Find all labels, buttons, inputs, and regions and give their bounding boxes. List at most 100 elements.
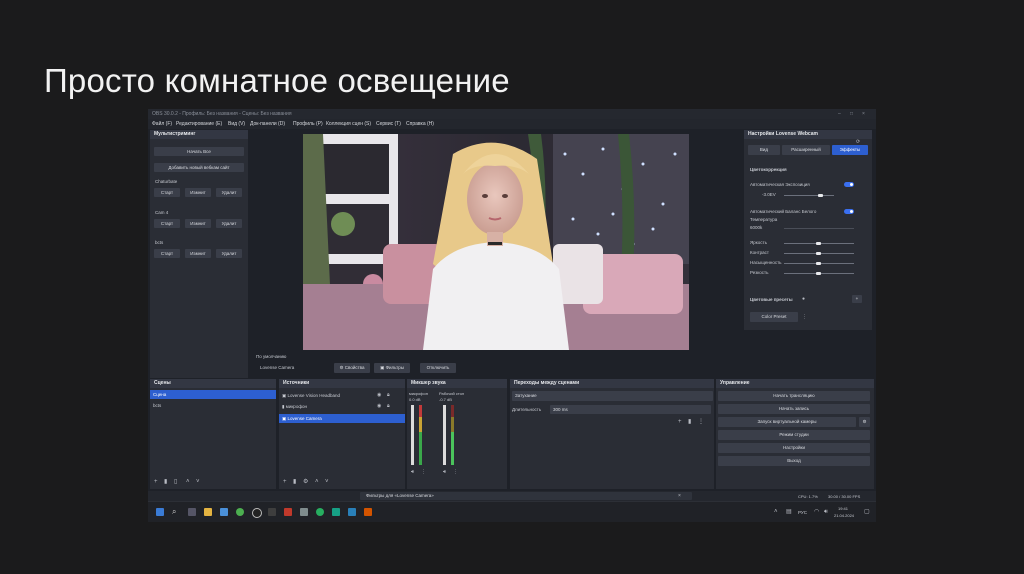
menu-edit[interactable]: Редактирование (E) [176, 121, 222, 127]
sharpness-slider-handle[interactable] [816, 272, 821, 275]
auto-exposure-toggle[interactable] [844, 182, 854, 187]
source-settings-icon[interactable]: ⚙ [303, 479, 308, 485]
transition-select[interactable]: Затухание [512, 391, 713, 401]
menu-scene-collection[interactable]: Коллекция сцен (S) [326, 121, 371, 127]
add-source-icon[interactable]: + [283, 479, 287, 485]
move-scene-up-icon[interactable]: ˄ [186, 479, 190, 485]
scene-item[interactable]: bcts [153, 403, 161, 408]
tab-advanced[interactable]: Расширенный [782, 145, 830, 155]
move-source-down-icon[interactable]: ˅ [325, 479, 329, 485]
more-options-icon[interactable]: ⋮ [802, 314, 807, 320]
source-item[interactable]: ▣ Lovense Vision Headband [282, 393, 340, 399]
menu-profile[interactable]: Профиль (P) [293, 121, 323, 127]
clock-time[interactable]: 19:41 [838, 506, 848, 511]
source-item-selected[interactable]: ▣ Lovense Camera [279, 414, 405, 423]
desktop-options-icon[interactable]: ⋮ [453, 469, 458, 475]
tray-chevron-up-icon[interactable]: ˄ [774, 509, 778, 515]
site-cam4-start-button[interactable]: Старт [154, 219, 180, 228]
auto-wb-toggle[interactable] [844, 209, 854, 214]
app-icon[interactable] [364, 508, 372, 516]
virtual-camera-settings-icon[interactable]: ⚙ [859, 417, 870, 427]
keyboard-language[interactable]: РУС [798, 510, 807, 515]
maximize-icon[interactable]: □ [850, 111, 853, 117]
add-transition-icon[interactable]: + [678, 419, 682, 425]
menu-tools[interactable]: Сервис (T) [376, 121, 401, 127]
scene-filter-icon[interactable]: ▯ [174, 479, 177, 485]
remove-scene-icon[interactable]: ▮ [164, 479, 167, 485]
lock-icon[interactable]: 🔒︎ [387, 403, 390, 409]
site-chaturbate-start-button[interactable]: Старт [154, 188, 180, 197]
obs-icon[interactable] [252, 508, 262, 518]
exit-button[interactable]: Выход [718, 456, 870, 466]
app-icon[interactable] [332, 508, 340, 516]
volume-icon[interactable]: 🔊︎ [824, 509, 828, 515]
wifi-icon[interactable]: ◠ [814, 509, 819, 515]
settings-button[interactable]: Настройки [718, 443, 870, 453]
preview-canvas[interactable] [303, 134, 689, 350]
notification-center-icon[interactable]: ▢ [864, 509, 870, 515]
lock-icon[interactable]: 🔒︎ [387, 392, 390, 398]
menu-docks[interactable]: Док-панели (D) [250, 121, 285, 127]
color-preset-button[interactable]: Color Preset [750, 312, 798, 322]
visibility-eye-icon[interactable]: ◉ [377, 392, 381, 398]
site-cam4-edit-button[interactable]: Измнит [185, 219, 211, 228]
mic-speaker-icon[interactable]: 🔊︎ [411, 469, 414, 475]
move-scene-down-icon[interactable]: ˅ [196, 479, 200, 485]
source-item[interactable]: ▮ микрофон [282, 404, 307, 410]
site-chaturbate-delete-button[interactable]: Удалит [216, 188, 242, 197]
start-virtual-camera-button[interactable]: Запуск виртуальной камеры [718, 417, 856, 427]
tab-view[interactable]: Вид [748, 145, 780, 155]
site-bcts-start-button[interactable]: Старт [154, 249, 180, 258]
store-icon[interactable] [220, 508, 228, 516]
add-preset-icon[interactable]: + [852, 295, 862, 303]
menu-view[interactable]: Вид (V) [228, 121, 245, 127]
help-icon[interactable]: ● [802, 296, 805, 302]
brightness-slider-handle[interactable] [816, 242, 821, 245]
deactivate-button[interactable]: Отключить [420, 363, 456, 373]
menu-file[interactable]: Файл (F) [152, 121, 172, 127]
minimize-icon[interactable]: – [838, 111, 841, 117]
exposure-slider-handle[interactable] [818, 194, 823, 197]
audio-device-dropdown[interactable]: По умолчанию [256, 354, 286, 359]
contrast-slider-handle[interactable] [816, 252, 821, 255]
task-view-icon[interactable] [188, 508, 196, 516]
windows-start-icon[interactable] [156, 508, 164, 516]
site-bcts-edit-button[interactable]: Измнит [185, 249, 211, 258]
menu-help[interactable]: Справка (H) [406, 121, 434, 127]
desktop-speaker-icon[interactable]: 🔊︎ [443, 469, 446, 475]
start-recording-button[interactable]: Начать запись [718, 404, 870, 414]
app-icon[interactable] [284, 508, 292, 516]
notification-close-icon[interactable]: × [678, 493, 681, 499]
refresh-settings-icon[interactable]: ⟳ [856, 139, 860, 145]
site-bcts-delete-button[interactable]: Удалит [216, 249, 242, 258]
app-icon[interactable] [268, 508, 276, 516]
remove-source-icon[interactable]: ▮ [293, 479, 296, 485]
explorer-icon[interactable] [204, 508, 212, 516]
add-scene-icon[interactable]: + [154, 479, 158, 485]
site-chaturbate-edit-button[interactable]: Измнит [185, 188, 211, 197]
search-icon[interactable]: ⌕ [172, 508, 180, 516]
app-icon[interactable] [316, 508, 324, 516]
close-icon[interactable]: × [862, 111, 865, 117]
studio-mode-button[interactable]: Режим студии [718, 430, 870, 440]
visibility-eye-icon[interactable]: ◉ [377, 403, 381, 409]
temperature-slider[interactable] [784, 228, 854, 229]
filters-notification[interactable]: Фильтры для «Lovense Camera» [360, 492, 692, 500]
network-icon[interactable]: ▤ [786, 509, 792, 515]
mic-volume-slider[interactable] [411, 405, 414, 465]
filters-button[interactable]: ▣ Фильтры [374, 363, 410, 373]
tab-effects[interactable]: Эффекты [832, 145, 868, 155]
add-site-button[interactable]: Добавить новый вебкам сайт [154, 163, 244, 172]
scene-item-selected[interactable]: Сцена [150, 390, 276, 399]
desktop-volume-slider[interactable] [443, 405, 446, 465]
app-icon[interactable] [300, 508, 308, 516]
mic-options-icon[interactable]: ⋮ [421, 469, 426, 475]
duration-input[interactable]: 300 ms [550, 405, 711, 414]
saturation-slider-handle[interactable] [816, 262, 821, 265]
chrome-icon[interactable] [236, 508, 244, 516]
remove-transition-icon[interactable]: ▮ [688, 419, 691, 425]
move-source-up-icon[interactable]: ˄ [315, 479, 319, 485]
start-streaming-button[interactable]: Начать трансляцию [718, 391, 870, 401]
clock-date[interactable]: 21.04.2024 [834, 513, 854, 518]
start-all-button[interactable]: Начать Все [154, 147, 244, 156]
